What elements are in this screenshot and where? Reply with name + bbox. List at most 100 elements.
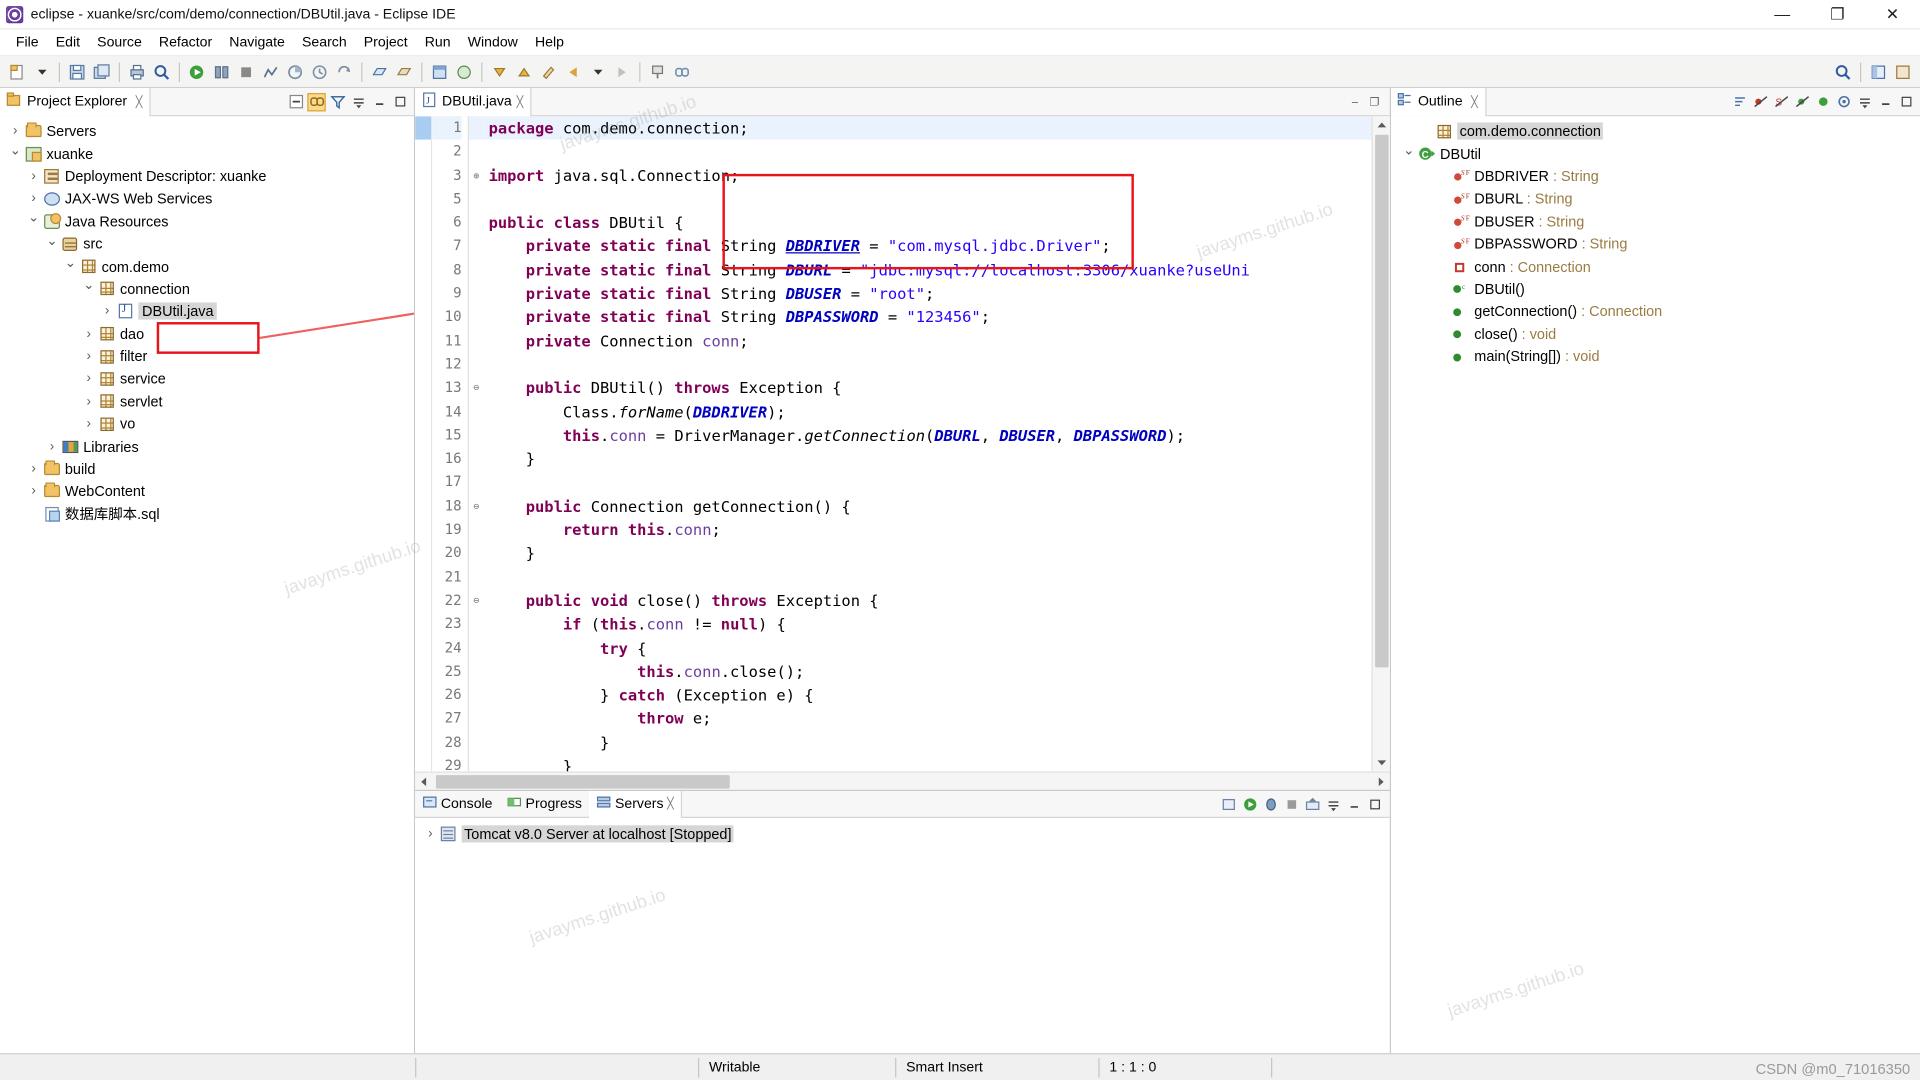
history-icon[interactable] (309, 61, 331, 83)
code-line[interactable]: public Connection getConnection() { (484, 494, 1372, 518)
code-line[interactable]: private static final String DBPASSWORD =… (484, 305, 1372, 329)
hide-nonpublic-icon[interactable] (1793, 92, 1811, 110)
code-line[interactable]: } catch (Exception e) { (484, 683, 1372, 707)
collapse-all-icon[interactable] (287, 92, 305, 110)
marker-row[interactable] (415, 282, 431, 306)
close-icon[interactable]: ╳ (517, 95, 524, 108)
tree-item-deployment-descriptor-xuanke[interactable]: Deployment Descriptor: xuanke (0, 165, 414, 188)
scroll-up-icon[interactable] (1372, 116, 1390, 134)
minimize-icon[interactable] (370, 92, 388, 110)
marker-row[interactable] (415, 140, 431, 164)
menu-window[interactable]: Window (459, 32, 526, 52)
chevron-right-icon[interactable] (81, 417, 97, 432)
tree-item-xuanke[interactable]: xuanke (0, 143, 414, 166)
java-perspective-icon[interactable] (429, 61, 451, 83)
marker-row[interactable] (415, 353, 431, 377)
marker-row[interactable] (415, 305, 431, 329)
sort-icon[interactable] (1730, 92, 1748, 110)
code-line[interactable]: public DBUtil() throws Exception { (484, 376, 1372, 400)
last-edit-icon[interactable] (538, 61, 560, 83)
menu-run[interactable]: Run (416, 32, 459, 52)
link-icon[interactable] (671, 61, 693, 83)
back-dropdown-icon[interactable] (587, 61, 609, 83)
menu-refactor[interactable]: Refactor (150, 32, 220, 52)
chevron-right-icon[interactable] (81, 394, 97, 409)
chevron-right-icon[interactable] (99, 304, 115, 319)
start-server-icon[interactable] (1242, 796, 1258, 812)
code-editor[interactable]: 1235678910111213141516171819202122232425… (415, 116, 1390, 771)
view-filter-icon[interactable] (328, 92, 346, 110)
minimize-button[interactable]: — (1755, 0, 1810, 29)
chevron-down-icon[interactable] (1401, 146, 1417, 162)
marker-row[interactable] (415, 400, 431, 424)
run-icon[interactable] (186, 61, 208, 83)
code-line[interactable]: if (this.conn != null) { (484, 613, 1372, 637)
code-line[interactable]: } (484, 447, 1372, 471)
tree-item-java-resources[interactable]: Java Resources (0, 210, 414, 233)
minimize-icon[interactable]: – (1347, 94, 1363, 110)
back-icon[interactable] (562, 61, 584, 83)
quick-access-search-icon[interactable] (1832, 61, 1854, 83)
tree-item-servlet[interactable]: servlet (0, 390, 414, 413)
code-line[interactable]: private Connection conn; (484, 329, 1372, 353)
stop-server-icon[interactable] (1283, 796, 1299, 812)
tree-item-vo[interactable]: vo (0, 413, 414, 436)
pin-editor-icon[interactable] (647, 61, 669, 83)
chevron-right-icon[interactable] (44, 439, 60, 454)
code-line[interactable]: package com.demo.connection; (484, 116, 1372, 140)
tree-item-jax-ws-web-services[interactable]: JAX-WS Web Services (0, 188, 414, 211)
code-line[interactable]: import java.sql.Connection; (484, 164, 1372, 188)
marker-row[interactable] (415, 211, 431, 235)
tab-project-explorer[interactable]: Project Explorer ╳ (0, 88, 151, 116)
marker-row[interactable] (415, 329, 431, 353)
save-all-icon[interactable] (91, 61, 113, 83)
next-annotation-icon[interactable] (489, 61, 511, 83)
outline-item-dbpassword[interactable]: SFDBPASSWORD : String (1391, 233, 1920, 256)
chevron-down-icon[interactable] (7, 146, 23, 162)
new-dropdown-icon[interactable] (31, 61, 53, 83)
outline-item-conn[interactable]: conn : Connection (1391, 255, 1920, 278)
close-button[interactable]: ✕ (1865, 0, 1920, 29)
chevron-right-icon[interactable] (26, 191, 42, 206)
forward-icon[interactable] (611, 61, 633, 83)
marker-row[interactable] (415, 447, 431, 471)
outline-item-main-string[interactable]: main(String[]) : void (1391, 345, 1920, 368)
marker-row[interactable] (415, 471, 431, 495)
terminate-icon[interactable] (235, 61, 257, 83)
code-line[interactable]: throw e; (484, 707, 1372, 731)
minimize-icon[interactable] (1876, 92, 1894, 110)
view-menu-icon[interactable] (1325, 796, 1341, 812)
outline-item-dbutil[interactable]: CDBUtil (1391, 143, 1920, 166)
project-tree[interactable]: ServersxuankeDeployment Descriptor: xuan… (0, 116, 414, 1053)
chevron-right-icon[interactable] (26, 169, 42, 184)
code-line[interactable] (484, 187, 1372, 211)
fold-toggle-icon[interactable]: ⊖ (469, 376, 484, 400)
scroll-left-icon[interactable] (415, 772, 433, 790)
chevron-down-icon[interactable] (44, 236, 60, 252)
marker-row[interactable] (415, 754, 431, 771)
code-line[interactable] (484, 140, 1372, 164)
menu-help[interactable]: Help (526, 32, 572, 52)
outline-item-getconnection[interactable]: getConnection() : Connection (1391, 300, 1920, 323)
code-line[interactable]: return this.conn; (484, 518, 1372, 542)
marker-gutter[interactable] (415, 116, 432, 771)
maximize-icon[interactable] (1367, 796, 1383, 812)
tree-item-dao[interactable]: dao (0, 323, 414, 346)
scroll-right-icon[interactable] (1371, 772, 1389, 790)
tab-outline[interactable]: Outline ╳ (1391, 88, 1486, 116)
open-task-icon[interactable] (393, 61, 415, 83)
outline-item-dbutil[interactable]: cDBUtil() (1391, 278, 1920, 301)
chevron-right-icon[interactable] (26, 484, 42, 499)
menu-search[interactable]: Search (293, 32, 355, 52)
tree-item-filter[interactable]: filter (0, 345, 414, 368)
marker-row[interactable] (415, 494, 431, 518)
tree-item-dbutil-java[interactable]: DBUtil.java (0, 300, 414, 323)
code-line[interactable]: private static final String DBDRIVER = "… (484, 234, 1372, 258)
menu-edit[interactable]: Edit (47, 32, 88, 52)
close-icon[interactable]: ╳ (667, 797, 674, 810)
code-line[interactable] (484, 471, 1372, 495)
code-line[interactable] (484, 565, 1372, 589)
tab-progress[interactable]: Progress (500, 790, 589, 817)
maximize-icon[interactable] (1897, 92, 1915, 110)
tree-item-servers[interactable]: Servers (0, 120, 414, 143)
